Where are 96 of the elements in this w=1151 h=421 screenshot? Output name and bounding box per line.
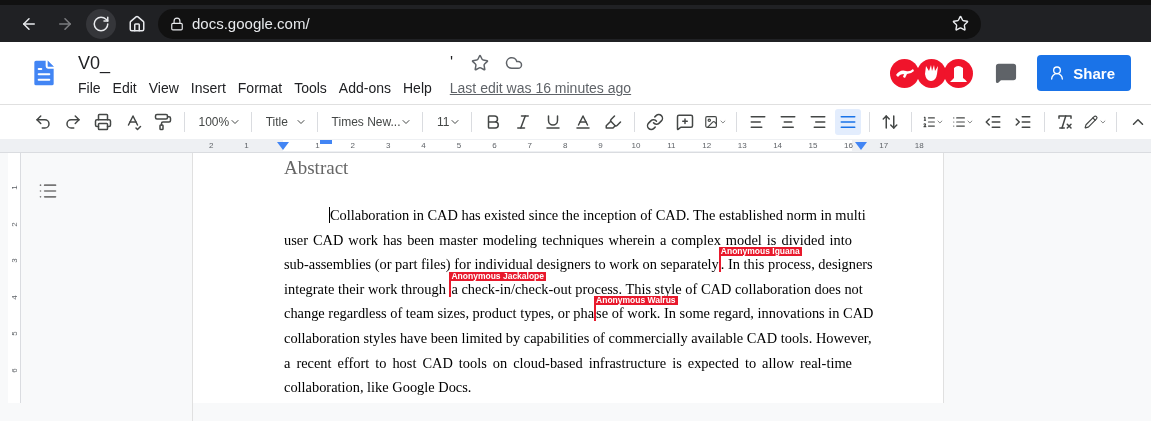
line-spacing-icon (881, 113, 900, 131)
ruler-number: 8 (562, 140, 568, 152)
ruler-number: 17 (879, 140, 889, 152)
outline-button[interactable] (38, 181, 58, 201)
paragraph-text: user CAD work has been master modeling techniques wherein a complex model is divided into (284, 231, 852, 248)
star-icon[interactable] (471, 54, 490, 72)
paragraph-text: se of work. In some regard, innovations in CAD (596, 305, 874, 322)
align-center-icon (778, 113, 797, 131)
highlighter-icon (603, 113, 622, 131)
menu-item[interactable]: File (78, 78, 107, 98)
reload-button[interactable] (86, 8, 116, 39)
indent-marker-icon[interactable] (277, 142, 289, 150)
ruler-number: 2 (350, 140, 355, 152)
ruler-number: 11 (667, 140, 676, 152)
heading-text: Abstract (284, 157, 350, 180)
print-icon (94, 113, 112, 131)
paragraph-text: . In this process, designers (720, 256, 873, 273)
menu-item[interactable]: Format (231, 78, 289, 98)
ruler-number: 1 (10, 184, 19, 192)
address-bar[interactable]: docs.google.com/ (158, 8, 981, 39)
menu-item[interactable]: Edit (106, 78, 143, 98)
align-justify-icon (838, 113, 857, 131)
paragraph-text: a recent effort to host CAD tools on cloud-based infrastructure is expected to allow real-time (284, 354, 852, 371)
document-title[interactable]: V0_ (78, 52, 450, 74)
redo-icon (64, 113, 82, 131)
ruler-number: 2 (10, 220, 19, 229)
font-size-dropdown[interactable]: 11 (431, 109, 464, 135)
paragraph-text: collaboration styles have been limited by capabilities of commercially available CAD tools. However, (284, 329, 872, 346)
menu-item[interactable]: View (142, 78, 185, 98)
animal-avatar-icon[interactable] (944, 58, 974, 88)
font-dropdown[interactable]: Times New... (325, 109, 415, 135)
clear-formatting-icon (1056, 113, 1075, 131)
person-icon (1049, 65, 1066, 81)
right-indent-marker-icon[interactable] (855, 142, 867, 150)
share-button[interactable]: Share (1037, 55, 1131, 91)
menu-item[interactable]: Insert (184, 78, 232, 98)
paragraph-text: change regardless of team sizes, product types, or pha (284, 305, 595, 322)
ruler-number: 2 (208, 140, 214, 152)
animal-avatar-icon[interactable] (890, 58, 920, 88)
collaborator-name-label: Anonymous Jackalope (449, 271, 547, 281)
lock-icon (170, 16, 184, 31)
animal-avatar-icon[interactable] (917, 58, 947, 88)
ruler-number: 5 (456, 140, 462, 152)
collaborator-name-label: Anonymous Walrus (594, 296, 678, 306)
ruler-number: 13 (737, 140, 747, 152)
link-icon (646, 113, 665, 131)
collaborator-name-label: Anonymous Iguana (718, 247, 802, 257)
ruler-number: 18 (914, 140, 924, 152)
style-dropdown[interactable]: Title (259, 109, 310, 135)
ruler-number: 10 (631, 140, 641, 152)
align-right-icon (808, 113, 827, 131)
ruler-number: 15 (808, 140, 818, 152)
ruler-number: 1 (244, 140, 249, 152)
align-left-icon (748, 113, 767, 131)
outline-icon (38, 181, 58, 201)
zoom-dropdown[interactable]: 100% (192, 109, 244, 135)
paragraph-text: integrate their work through (284, 280, 447, 297)
ruler-number: 6 (492, 140, 497, 152)
menu-item[interactable]: Add-ons (332, 78, 397, 98)
paint-format-icon (154, 113, 172, 131)
paragraph-text: sub-assemblies (or part files) for individual designers to work on separately (284, 256, 719, 273)
ruler-number: 9 (598, 140, 603, 152)
home-icon (128, 14, 146, 33)
comment-icon[interactable] (995, 62, 1018, 84)
ruler-number: 4 (421, 140, 426, 152)
ruler-number: 6 (10, 366, 19, 375)
ruler-number: 7 (527, 140, 532, 152)
bookmark-star-icon[interactable] (952, 15, 969, 32)
text-color-icon (573, 113, 592, 131)
ruler-number: 1 (315, 140, 320, 152)
paragraph-text: Collaboration in CAD has existed since the inception of CAD. The established norm in multi (330, 207, 866, 223)
paragraph-text: a check-in/check-out process. This style of CAD collaboration does not (451, 280, 863, 297)
ruler-number: 12 (702, 140, 712, 152)
title-fragment: ' (450, 54, 454, 72)
ruler-number: 5 (10, 330, 19, 338)
decrease-indent-icon (983, 113, 1002, 131)
ruler-number: 16 (843, 140, 853, 152)
cloud-icon[interactable] (505, 54, 524, 72)
increase-indent-icon (1013, 113, 1032, 131)
undo-icon (34, 113, 52, 131)
reload-icon (92, 14, 110, 33)
pencil-icon (1084, 113, 1099, 131)
menu-item[interactable]: Tools (288, 78, 333, 98)
menu-item[interactable]: Help (397, 78, 438, 98)
underline-icon (543, 113, 562, 131)
ruler-number: 4 (10, 293, 19, 302)
align-justify-button[interactable] (834, 109, 861, 135)
add-comment-icon (676, 113, 695, 131)
ruler-number: 14 (773, 140, 783, 152)
image-icon (704, 113, 719, 131)
url-text: docs.google.com/ (192, 15, 311, 32)
last-edit-link[interactable]: Last edit was 16 minutes ago (449, 80, 632, 96)
paragraph-text: collaboration, like Google Docs. (284, 379, 472, 396)
text-caret (329, 207, 330, 223)
ruler-number: 3 (10, 257, 19, 265)
ruler-number: 3 (385, 140, 391, 152)
